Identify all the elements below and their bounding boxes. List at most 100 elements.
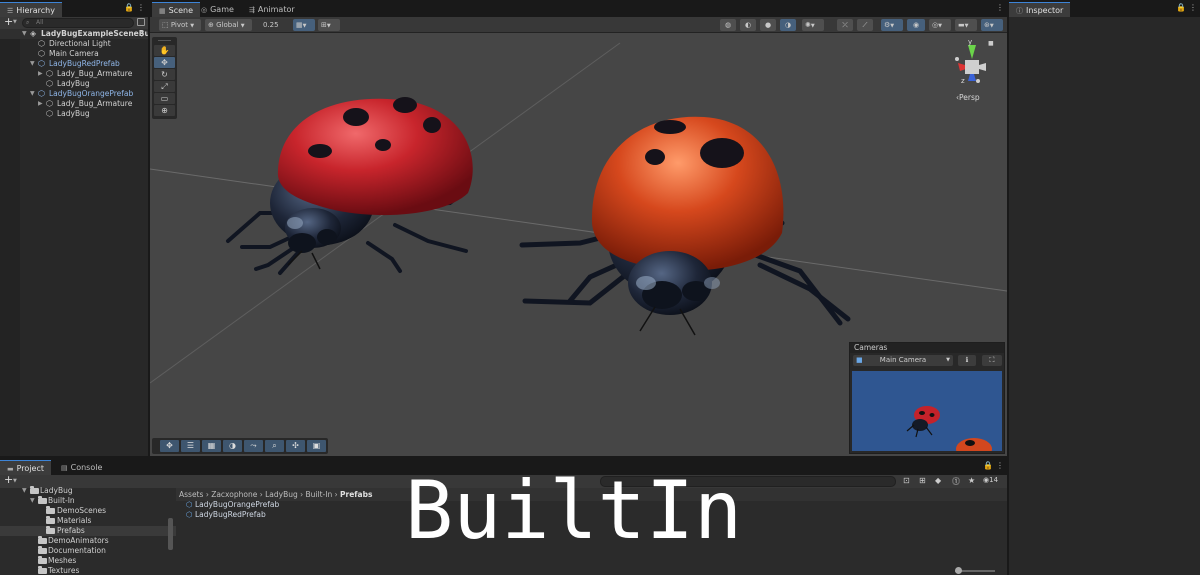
breadcrumb-item-zacxophone[interactable]: Zacxophone xyxy=(211,490,257,499)
align-button[interactable]: ☰ xyxy=(181,440,200,452)
tab-console[interactable]: ▤ Console xyxy=(54,460,109,475)
tab-animator[interactable]: ⇶ Animator xyxy=(242,2,302,17)
search-by-label-icon[interactable]: ⊞ xyxy=(919,476,926,485)
effects-button[interactable]: ✺▼ xyxy=(802,19,824,31)
lighting-button[interactable]: ◑ xyxy=(223,440,242,452)
info-icon[interactable]: ℹ xyxy=(958,355,976,366)
projection-label[interactable]: ‹Persp xyxy=(956,93,980,102)
icon-size-slider[interactable] xyxy=(955,567,995,574)
collapse-arrow-icon[interactable]: ▶ xyxy=(38,99,43,109)
visibility-button[interactable]: ◉ xyxy=(907,19,925,31)
folder-item-demoanimators[interactable]: DemoAnimators xyxy=(0,536,176,546)
search-by-type-icon[interactable]: ⊡ xyxy=(903,476,910,485)
shaded-wireframe-button[interactable]: ◐ xyxy=(740,19,756,31)
gizmos-button[interactable]: ⊛▼ xyxy=(981,19,1003,31)
move-view-button[interactable]: ✥ xyxy=(160,440,179,452)
lock-icon[interactable]: 🔒 xyxy=(124,3,134,12)
expand-arrow-icon[interactable]: ▼ xyxy=(22,486,27,496)
snap-increment-button[interactable]: 0.25 xyxy=(260,19,290,31)
grid-button[interactable]: ▦ xyxy=(202,440,221,452)
scene-menu-dots-icon[interactable]: ⋮ xyxy=(138,29,146,39)
dropdown-arrow-icon[interactable]: ▼ xyxy=(13,19,17,25)
hierarchy-item-armature[interactable]: ▶ ⬡ Lady_Bug_Armature xyxy=(0,99,148,109)
warning-icon[interactable]: ⓵ xyxy=(952,476,960,487)
rect-tool-button[interactable]: ▭ xyxy=(154,93,175,104)
tab-inspector[interactable]: ⓘ Inspector xyxy=(1009,2,1071,17)
favorite-star-icon[interactable]: ★ xyxy=(968,476,975,485)
zoom-button[interactable]: ⌕ xyxy=(265,440,284,452)
hierarchy-item-armature[interactable]: ▶ ⬡ Lady_Bug_Armature xyxy=(0,69,148,79)
menu-dots-icon[interactable]: ⋮ xyxy=(137,3,145,12)
tab-scene[interactable]: ▦ Scene xyxy=(152,2,201,17)
search-input[interactable]: ⌕ All xyxy=(22,18,134,28)
expand-arrow-icon[interactable]: ▼ xyxy=(30,59,35,69)
dropdown-arrow-icon[interactable]: ▼ xyxy=(13,478,17,484)
camera-settings-button[interactable]: ▬▼ xyxy=(955,19,977,31)
breadcrumb-item-prefabs[interactable]: Prefabs xyxy=(340,490,372,499)
folder-item-prefabs[interactable]: Prefabs xyxy=(0,526,176,536)
lit-button[interactable]: ◑ xyxy=(780,19,796,31)
audio-toggle-button[interactable]: ⤫ xyxy=(837,19,853,31)
tab-game[interactable]: ◎ Game xyxy=(194,2,241,17)
pivot-dropdown[interactable]: ⬚ Pivot ▼ xyxy=(159,19,201,31)
folder-item-materials[interactable]: Materials xyxy=(0,516,176,526)
tag-icon[interactable]: ◆ xyxy=(935,476,941,485)
menu-dots-icon[interactable]: ⋮ xyxy=(996,461,1004,470)
expand-arrow-icon[interactable]: ▼ xyxy=(30,496,35,506)
add-button[interactable]: + xyxy=(4,473,13,486)
folder-item-demoscenes[interactable]: DemoScenes xyxy=(0,506,176,516)
hierarchy-item-ladybug[interactable]: ⬡ LadyBug xyxy=(0,79,148,89)
folder-item-meshes[interactable]: Meshes xyxy=(0,556,176,566)
hierarchy-item-main-camera[interactable]: ⬡ Main Camera xyxy=(0,49,148,59)
hidden-packages-toggle[interactable]: ◉14 xyxy=(983,476,998,484)
hand-tool-button[interactable]: ✋ xyxy=(154,45,175,56)
component-tools-button[interactable]: ⚙▼ xyxy=(881,19,903,31)
overlay-handle[interactable] xyxy=(158,40,171,43)
orientation-gizmo[interactable] xyxy=(955,45,986,83)
transform-tool-button[interactable]: ⊕ xyxy=(154,105,175,116)
asset-item[interactable]: ⬡ LadyBugOrangePrefab xyxy=(186,500,279,510)
folder-item-textures[interactable]: Textures xyxy=(0,566,176,575)
folder-item-documentation[interactable]: Documentation xyxy=(0,546,176,556)
hierarchy-item-scene[interactable]: ▼ ◈ LadyBugExampleSceneBu ⋮ xyxy=(0,29,148,39)
breadcrumb-item-assets[interactable]: Assets xyxy=(179,490,203,499)
rotate-tool-button[interactable]: ↻ xyxy=(154,69,175,80)
hierarchy-item-red-prefab[interactable]: ▼ ⬡ LadyBugRedPrefab xyxy=(0,59,148,69)
breadcrumb-item-built-in[interactable]: Built-In xyxy=(306,490,333,499)
tree-scrollbar[interactable] xyxy=(168,518,173,550)
ladybug-orange[interactable] xyxy=(519,116,851,336)
folder-item-ladybug[interactable]: ▼ LadyBug xyxy=(0,486,176,496)
hierarchy-item-orange-prefab[interactable]: ▼ ⬡ LadyBugOrangePrefab xyxy=(0,89,148,99)
menu-dots-icon[interactable]: ⋮ xyxy=(1189,3,1197,12)
menu-dots-icon[interactable]: ⋮ xyxy=(996,3,1004,12)
hierarchy-item-directional-light[interactable]: ⬡ Directional Light xyxy=(0,39,148,49)
scale-tool-button[interactable]: ⤢ xyxy=(154,81,175,92)
gizmo-lock-icon[interactable]: ■ xyxy=(988,40,994,47)
move-tool-button[interactable]: ✥ xyxy=(154,57,175,68)
fit-view-icon[interactable]: ⛶ xyxy=(982,355,1002,366)
scene-visibility-button[interactable]: ◎▼ xyxy=(929,19,951,31)
expand-arrow-icon[interactable]: ▼ xyxy=(22,29,27,39)
expand-arrow-icon[interactable]: ▼ xyxy=(30,89,35,99)
snap-settings-button[interactable]: ⊞▼ xyxy=(318,19,340,31)
folder-item-built-in[interactable]: ▼ Built-In xyxy=(0,496,176,506)
breadcrumb-item-ladybug[interactable]: LadyBug xyxy=(265,490,298,499)
camera-button[interactable]: ▣ xyxy=(307,440,326,452)
search-options-icon[interactable] xyxy=(137,18,145,26)
collapse-arrow-icon[interactable]: ▶ xyxy=(38,69,43,79)
draw-mode-button[interactable]: ◍ xyxy=(720,19,736,31)
shaded-button[interactable]: ● xyxy=(760,19,776,31)
fx-toggle-button[interactable]: ⟋ xyxy=(857,19,873,31)
camera-select[interactable]: ■ Main Camera ▼ xyxy=(853,355,953,366)
hierarchy-item-ladybug[interactable]: ⬡ LadyBug xyxy=(0,109,148,119)
scene-viewport[interactable]: y z ■ ‹Persp ✋ ✥ ↻ ⤢ ▭ ⊕ ✥ ☰ ▦ ◑ ⤳ ⌕ ✣ ▣… xyxy=(150,33,1007,456)
add-button[interactable]: + xyxy=(4,15,13,28)
pan-button[interactable]: ✣ xyxy=(286,440,305,452)
grid-snap-button[interactable]: ▦▼ xyxy=(293,19,315,31)
lock-icon[interactable]: 🔒 xyxy=(983,461,993,470)
asset-item[interactable]: ⬡ LadyBugRedPrefab xyxy=(186,510,266,520)
global-dropdown[interactable]: ⊕ Global ▼ xyxy=(205,19,252,31)
slider-thumb[interactable] xyxy=(955,567,962,574)
path-button[interactable]: ⤳ xyxy=(244,440,263,452)
lock-icon[interactable]: 🔒 xyxy=(1176,3,1186,12)
